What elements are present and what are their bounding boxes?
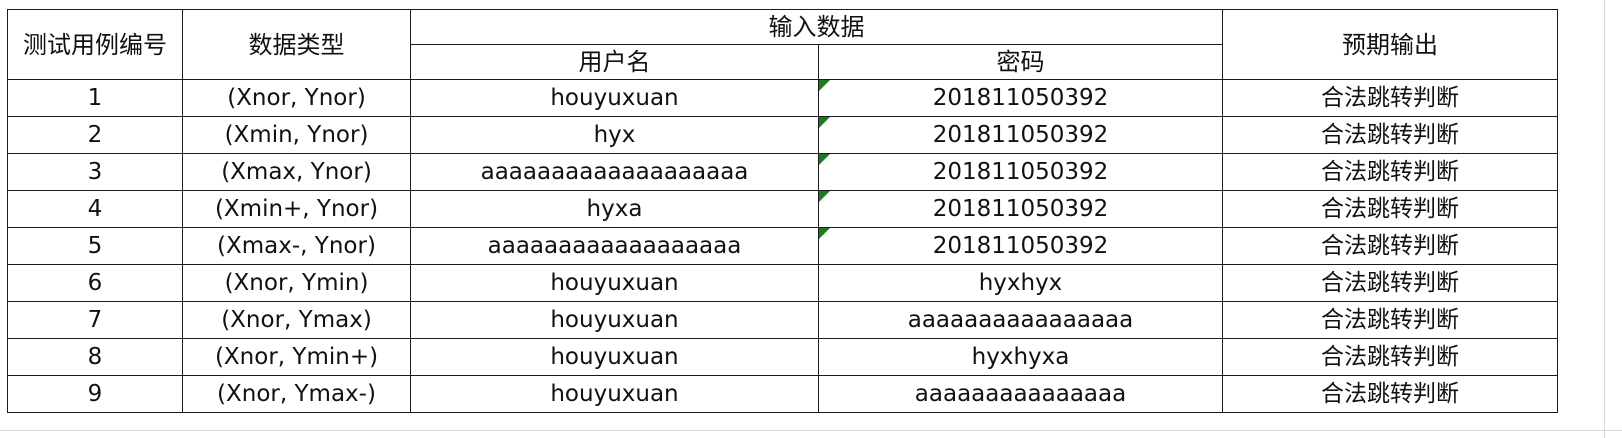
cell-data-type[interactable]: (Xnor, Ymin) [182,264,411,302]
cell-password[interactable]: 201811050392 [818,79,1223,117]
cell-case-id[interactable]: 6 [7,264,183,302]
cell-expected-output[interactable]: 合法跳转判断 [1222,375,1558,413]
cell-password-text: 201811050392 [932,195,1109,222]
cell-data-type[interactable]: (Xmin+, Ynor) [182,190,411,228]
cell-username[interactable]: hyx [410,116,819,154]
cell-data-type[interactable]: (Xmax, Ynor) [182,153,411,191]
table-row: 1 (Xnor, Ynor) houyuxuan 201811050392 合法跳转判断 [7,79,1558,117]
cell-case-id[interactable]: 9 [7,375,183,413]
cell-username[interactable]: houyuxuan [410,264,819,302]
cell-case-id[interactable]: 5 [7,227,183,265]
cell-case-id[interactable]: 3 [7,153,183,191]
cell-expected-output[interactable]: 合法跳转判断 [1222,301,1558,339]
number-as-text-indicator-icon [819,80,830,91]
cell-username[interactable]: houyuxuan [410,375,819,413]
cell-password-text: 201811050392 [932,158,1109,185]
table-row: 4 (Xmin+, Ynor) hyxa 201811050392 合法跳转判断 [7,190,1558,228]
cell-password-text: 201811050392 [932,84,1109,111]
cell-case-id[interactable]: 4 [7,190,183,228]
header-data-type[interactable]: 数据类型 [182,9,411,80]
number-as-text-indicator-icon [819,117,830,128]
cell-password[interactable]: aaaaaaaaaaaaaaa [818,375,1223,413]
cell-data-type[interactable]: (Xnor, Ymax-) [182,375,411,413]
cell-data-type[interactable]: (Xmin, Ynor) [182,116,411,154]
sheet-gridline [1604,0,1605,438]
cell-password[interactable]: aaaaaaaaaaaaaaaa [818,301,1223,339]
cell-password-text: 201811050392 [932,121,1109,148]
header-username[interactable]: 用户名 [410,44,819,80]
table-row: 3 (Xmax, Ynor) aaaaaaaaaaaaaaaaaaa 20181105… [7,153,1558,191]
cell-username[interactable]: houyuxuan [410,338,819,376]
cell-password-text: 201811050392 [932,232,1109,259]
table-row: 2 (Xmin, Ynor) hyx 201811050392 合法跳转判断 [7,116,1558,154]
cell-password[interactable]: hyxhyxa [818,338,1223,376]
cell-password[interactable]: 201811050392 [818,116,1223,154]
cell-data-type[interactable]: (Xnor, Ynor) [182,79,411,117]
table-row: 9 (Xnor, Ymax-) houyuxuan aaaaaaaaaaaaaaa 合法… [7,375,1558,413]
header-input-data[interactable]: 输入数据 [410,9,1223,45]
cell-case-id[interactable]: 8 [7,338,183,376]
header-expected-output[interactable]: 预期输出 [1222,9,1558,80]
table-row: 7 (Xnor, Ymax) houyuxuan aaaaaaaaaaaaaaaa 合法… [7,301,1558,339]
cell-expected-output[interactable]: 合法跳转判断 [1222,264,1558,302]
cell-data-type[interactable]: (Xnor, Ymax) [182,301,411,339]
cell-expected-output[interactable]: 合法跳转判断 [1222,153,1558,191]
cell-expected-output[interactable]: 合法跳转判断 [1222,79,1558,117]
table-row: 6 (Xnor, Ymin) houyuxuan hyxhyx 合法跳转判断 [7,264,1558,302]
cell-username[interactable]: houyuxuan [410,301,819,339]
cell-expected-output[interactable]: 合法跳转判断 [1222,227,1558,265]
cell-username[interactable]: aaaaaaaaaaaaaaaaaa [410,227,819,265]
number-as-text-indicator-icon [819,154,830,165]
cell-expected-output[interactable]: 合法跳转判断 [1222,116,1558,154]
cell-expected-output[interactable]: 合法跳转判断 [1222,190,1558,228]
cell-password[interactable]: 201811050392 [818,153,1223,191]
cell-data-type[interactable]: (Xmax-, Ynor) [182,227,411,265]
cell-password[interactable]: hyxhyx [818,264,1223,302]
cell-password[interactable]: 201811050392 [818,227,1223,265]
cell-data-type[interactable]: (Xnor, Ymin+) [182,338,411,376]
number-as-text-indicator-icon [819,191,830,202]
cell-password[interactable]: 201811050392 [818,190,1223,228]
header-password[interactable]: 密码 [818,44,1223,80]
cell-case-id[interactable]: 2 [7,116,183,154]
cell-case-id[interactable]: 1 [7,79,183,117]
cell-case-id[interactable]: 7 [7,301,183,339]
cell-username[interactable]: hyxa [410,190,819,228]
cell-username[interactable]: houyuxuan [410,79,819,117]
table-row: 8 (Xnor, Ymin+) houyuxuan hyxhyxa 合法跳转判断 [7,338,1558,376]
table-row: 5 (Xmax-, Ynor) aaaaaaaaaaaaaaaaaa 20181105… [7,227,1558,265]
sheet-gridline [0,430,1622,431]
test-case-table: 测试用例编号 数据类型 输入数据 预期输出 用户名 密码 1 (Xnor, Yno… [7,9,1558,413]
cell-username[interactable]: aaaaaaaaaaaaaaaaaaa [410,153,819,191]
header-case-id[interactable]: 测试用例编号 [7,9,183,80]
number-as-text-indicator-icon [819,228,830,239]
cell-expected-output[interactable]: 合法跳转判断 [1222,338,1558,376]
